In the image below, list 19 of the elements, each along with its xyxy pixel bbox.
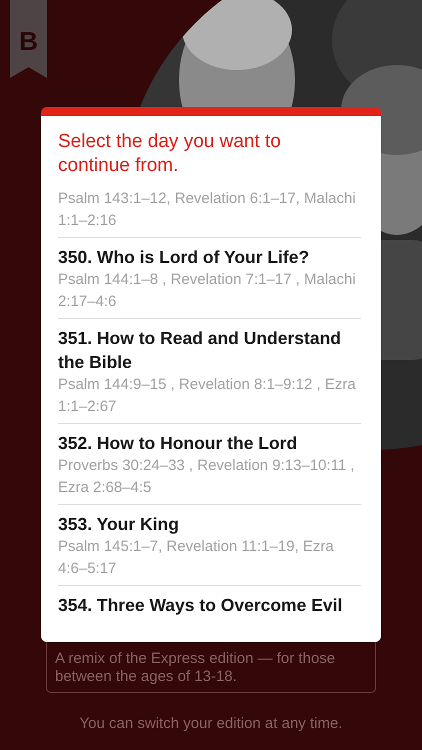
edition-description: A remix of the Express edition — for those between the ages of 13-18. bbox=[55, 650, 336, 686]
day-title: 351. How to Read and Understand the Bible bbox=[58, 327, 342, 374]
day-item[interactable]: 350. Who is Lord of Your Life? Psalm 144:1–8 , Revelation 7:1–17 , Malachi 2:17–4:6 bbox=[58, 238, 361, 319]
day-passages: Proverbs 30:24–33 , Revelation 9:13–10:11 , Ezra 2:68–4:5 bbox=[58, 456, 356, 498]
edition-note: You can switch your edition at any time. bbox=[80, 715, 342, 732]
day-title: 354. Three Ways to Overcome Evil bbox=[58, 594, 344, 617]
day-item[interactable]: 351. How to Read and Understand the Bible Psalm 144:9–15 , Revelation 8:1–9:12 , Ezra 1:1–2:67 bbox=[58, 319, 361, 424]
day-title: 353. Your King bbox=[58, 513, 180, 536]
day-passages: Psalm 144:1–8 , Revelation 7:1–17 , Malachi 2:17–4:6 bbox=[58, 270, 357, 312]
day-title: 350. Who is Lord of Your Life? bbox=[58, 246, 310, 269]
day-item[interactable]: 352. How to Honour the Lord Proverbs 30:24–33 , Revelation 9:13–10:11 , Ezra 2:68–4:5 bbox=[58, 424, 361, 505]
day-passages: Psalm 143:1–12, Revelation 6:1–17, Malachi 1:1–2:16 bbox=[58, 189, 357, 231]
day-title: 352. How to Honour the Lord bbox=[58, 432, 298, 455]
logo: B bbox=[10, 0, 47, 78]
day-item[interactable]: 354. Three Ways to Overcome Evil bbox=[58, 586, 361, 622]
day-passages: Psalm 145:1–7, Revelation 11:1–19, Ezra 4:6–5:17 bbox=[58, 537, 335, 579]
day-passages: Psalm 144:9–15 , Revelation 8:1–9:12 , Ezra 1:1–2:67 bbox=[58, 375, 357, 417]
day-item[interactable]: 353. Your King Psalm 145:1–7, Revelation 11:1–19, Ezra 4:6–5:17 bbox=[58, 505, 361, 586]
dialog-title: Select the day you want to continue from. bbox=[57, 130, 282, 178]
